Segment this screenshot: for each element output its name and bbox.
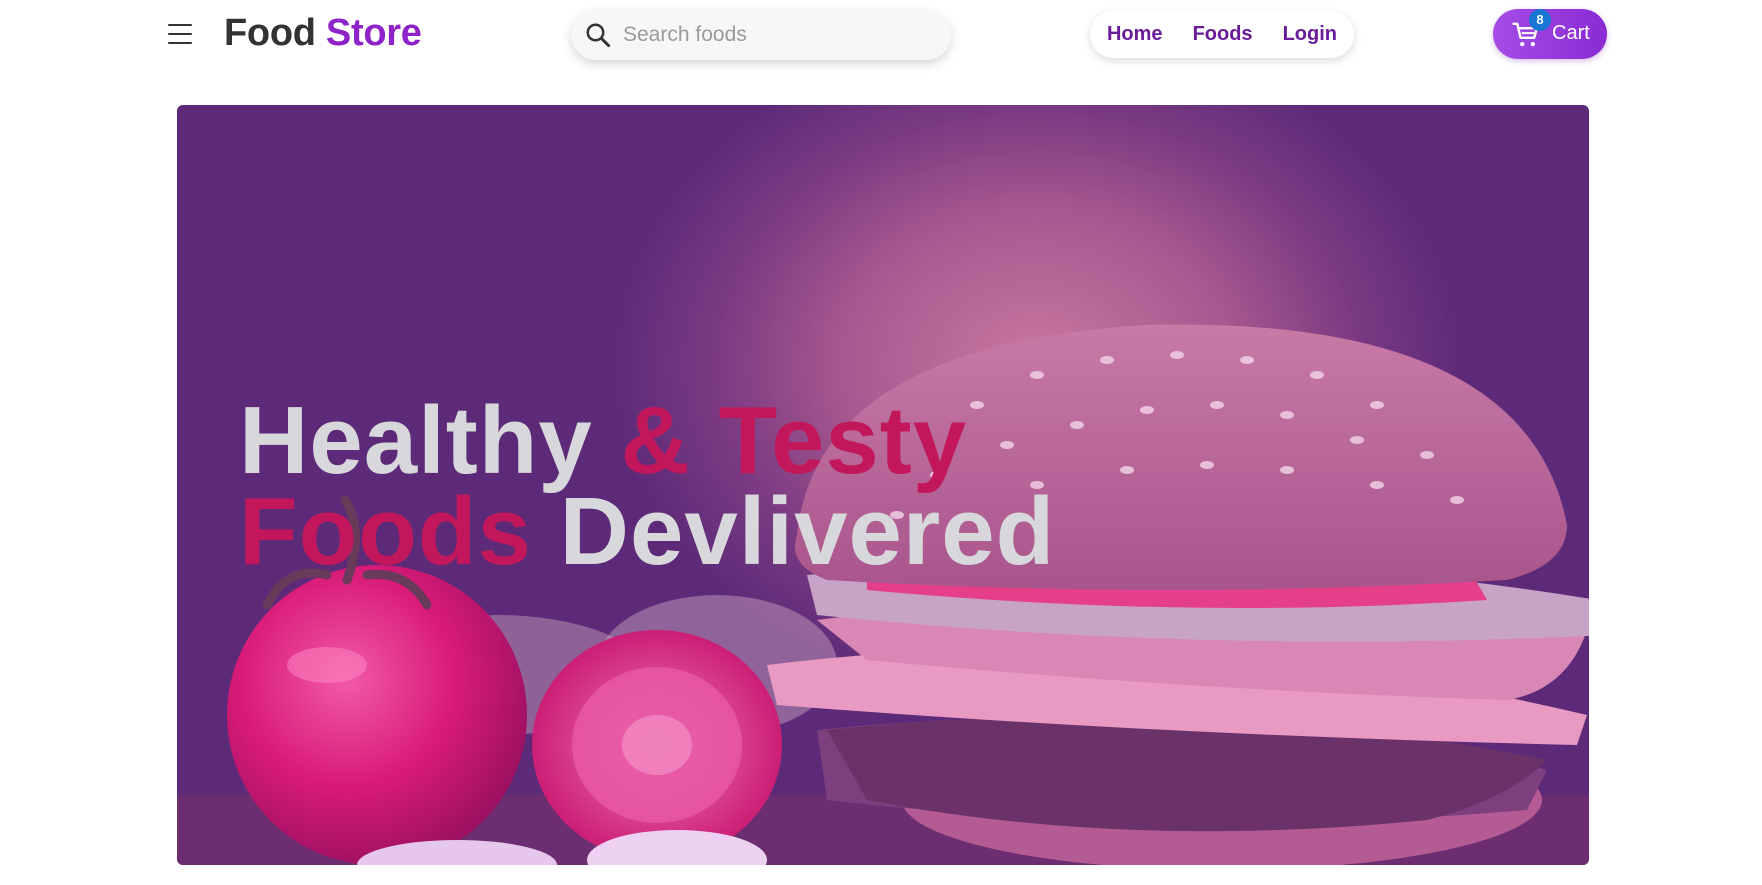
nav-link-login[interactable]: Login (1268, 23, 1352, 46)
hero-banner: Healthy & Testy Foods Devlivered (177, 105, 1589, 865)
logo-word-store: Store (325, 12, 422, 54)
hero-word-foods: Foods (239, 478, 532, 585)
cart-count-badge: 8 (1529, 9, 1551, 31)
nav-menu: Home Foods Login (1090, 11, 1354, 58)
logo-word-food: Food (224, 12, 316, 54)
hero-headline-line-1: Healthy & Testy (239, 393, 1055, 489)
nav-link-home[interactable]: Home (1092, 23, 1178, 46)
hero-word-devlivered: Devlivered (559, 478, 1056, 585)
search-icon[interactable] (583, 20, 613, 50)
hero-headline: Healthy & Testy Foods Devlivered (239, 393, 1055, 580)
hamburger-menu-icon[interactable] (166, 20, 194, 48)
header: Food Store Home Foods Login 8 Cart (0, 0, 1762, 70)
search-bar (571, 10, 951, 60)
cart-label: Cart (1552, 22, 1590, 44)
hero-headline-line-2: Foods Devlivered (239, 484, 1055, 580)
logo[interactable]: Food Store (224, 12, 422, 55)
search-input[interactable] (623, 23, 923, 47)
cart-button[interactable]: 8 Cart (1493, 9, 1607, 59)
nav-link-foods[interactable]: Foods (1178, 23, 1268, 46)
